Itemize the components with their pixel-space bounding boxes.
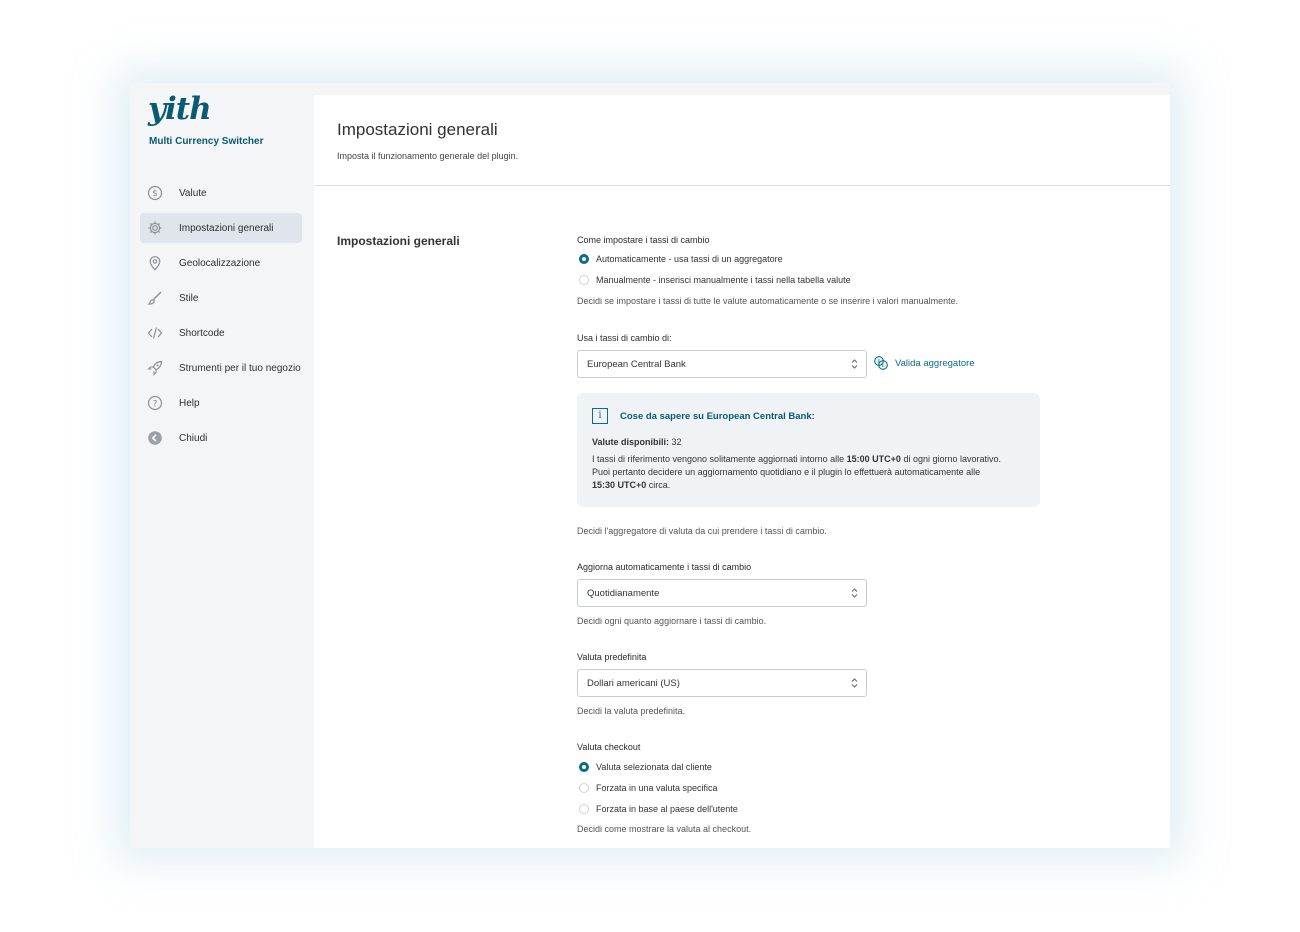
info-available-label: Valute disponibili: [592, 437, 670, 447]
radio-label: Forzata in base al paese dell'utente [596, 804, 738, 814]
sidebar: yith Multi Currency Switcher $ Valute Im… [130, 83, 314, 848]
validate-aggregator-button[interactable]: $ € Valida aggregatore [873, 355, 975, 371]
default-currency-label: Valuta predefinita [577, 652, 647, 662]
aggregator-description: Decidi l'aggregatore di valuta da cui pr… [577, 526, 827, 536]
map-pin-icon [147, 255, 163, 271]
default-currency-select[interactable]: Dollari americani (US) [577, 669, 867, 697]
radio-indicator[interactable] [579, 804, 589, 814]
radio-label: Forzata in una valuta specifica [596, 783, 718, 793]
sidebar-item-strumenti[interactable]: Strumenti per il tuo negozio [140, 353, 302, 383]
sidebar-item-impostazioni-generali[interactable]: Impostazioni generali [140, 213, 302, 243]
info-title: Cose da sapere su European Central Bank: [620, 411, 815, 422]
checkout-currency-label: Valuta checkout [577, 742, 641, 752]
rates-mode-description: Decidi se impostare i tassi di tutte le … [577, 296, 959, 306]
main-panel: Impostazioni generali Imposta il funzion… [314, 95, 1170, 848]
info-text: I tassi di riferimento vengono solitamen… [592, 454, 847, 464]
select-value: Dollari americani (US) [587, 677, 680, 689]
sidebar-item-chiudi[interactable]: Chiudi [140, 423, 302, 453]
radio-indicator[interactable] [579, 783, 589, 793]
sidebar-item-label: Help [179, 397, 200, 409]
dollar-circle-icon: $ [147, 185, 163, 201]
sidebar-item-valute[interactable]: $ Valute [140, 178, 302, 208]
radio-label: Manualmente - inserisci manualmente i ta… [596, 275, 851, 285]
sidebar-item-shortcode[interactable]: Shortcode [140, 318, 302, 348]
brush-icon [147, 290, 163, 306]
info-line-3: 15:30 UTC+0 circa. [592, 480, 670, 490]
sidebar-item-help[interactable]: ? Help [140, 388, 302, 418]
brand-logo: yith [148, 91, 212, 127]
checkout-currency-description: Decidi come mostrare la valuta al checko… [577, 824, 752, 834]
select-value: Quotidianamente [587, 587, 660, 599]
select-value: European Central Bank [587, 358, 686, 370]
radio-automatic[interactable]: Automaticamente - usa tassi di un aggreg… [579, 254, 783, 264]
sidebar-item-label: Stile [179, 292, 199, 304]
select-arrows-icon [851, 359, 858, 369]
sidebar-item-geolocalizzazione[interactable]: Geolocalizzazione [140, 248, 302, 278]
select-arrows-icon [851, 678, 858, 688]
app-window: yith Multi Currency Switcher $ Valute Im… [130, 83, 1170, 848]
sidebar-item-label: Chiudi [179, 432, 208, 444]
info-line-2: Puoi pertanto decidere un aggiornamento … [592, 467, 981, 477]
gear-icon [147, 220, 163, 236]
default-currency-description: Decidi la valuta predefinita. [577, 706, 686, 716]
sidebar-item-label: Strumenti per il tuo negozio [179, 362, 301, 374]
radio-label: Automaticamente - usa tassi di un aggreg… [596, 254, 783, 264]
svg-text:?: ? [153, 399, 158, 409]
sidebar-item-label: Impostazioni generali [179, 222, 274, 234]
radio-country-currency[interactable]: Forzata in base al paese dell'utente [579, 804, 738, 814]
radio-indicator[interactable] [579, 762, 589, 772]
auto-update-select[interactable]: Quotidianamente [577, 579, 867, 607]
page-title: Impostazioni generali [337, 120, 498, 139]
sidebar-item-stile[interactable]: Stile [140, 283, 302, 313]
aggregator-info-box: i Cose da sapere su European Central Ban… [577, 393, 1040, 507]
info-text: di ogni giorno lavorativo. [900, 454, 1001, 464]
sidebar-item-label: Geolocalizzazione [179, 257, 261, 269]
radio-indicator[interactable] [579, 275, 589, 285]
info-line-1: I tassi di riferimento vengono solitamen… [592, 454, 1001, 464]
currency-exchange-icon: $€ [874, 356, 888, 370]
info-available: Valute disponibili: 32 [592, 437, 682, 447]
auto-update-description: Decidi ogni quanto aggiornare i tassi di… [577, 616, 767, 626]
auto-update-label: Aggiorna automaticamente i tassi di camb… [577, 562, 752, 572]
info-icon: i [592, 408, 608, 424]
radio-forced-currency[interactable]: Forzata in una valuta specifica [579, 783, 718, 793]
radio-label: Valuta selezionata dal cliente [596, 762, 712, 772]
app-name: Multi Currency Switcher [149, 136, 264, 147]
aggregator-select[interactable]: European Central Bank [577, 350, 867, 378]
sidebar-item-label: Shortcode [179, 327, 225, 339]
sidebar-item-label: Valute [179, 187, 207, 199]
radio-customer-currency[interactable]: Valuta selezionata dal cliente [579, 762, 712, 772]
svg-text:€: € [881, 363, 885, 369]
select-arrows-icon [851, 588, 858, 598]
aggregator-label: Usa i tassi di cambio di: [577, 333, 672, 343]
code-icon [147, 325, 163, 341]
page-subtitle: Imposta il funzionamento generale del pl… [337, 151, 519, 161]
radio-manual[interactable]: Manualmente - inserisci manualmente i ta… [579, 275, 851, 285]
info-time: 15:00 UTC+0 [846, 454, 901, 464]
page-header: Impostazioni generali Imposta il funzion… [314, 95, 1170, 186]
help-circle-icon: ? [147, 395, 163, 411]
info-available-count: 32 [671, 437, 682, 447]
rocket-icon [147, 360, 163, 376]
radio-indicator[interactable] [579, 254, 589, 264]
section-label: Impostazioni generali [337, 234, 460, 248]
svg-text:$: $ [152, 189, 158, 199]
rates-mode-label: Come impostare i tassi di cambio [577, 235, 710, 245]
info-time: 15:30 UTC+0 [592, 480, 647, 490]
validate-aggregator-label: Valida aggregatore [895, 357, 975, 369]
back-arrow-icon [147, 430, 163, 446]
sidebar-nav: $ Valute Impostazioni generali Geolocali… [140, 178, 302, 458]
info-text: circa. [646, 480, 671, 490]
